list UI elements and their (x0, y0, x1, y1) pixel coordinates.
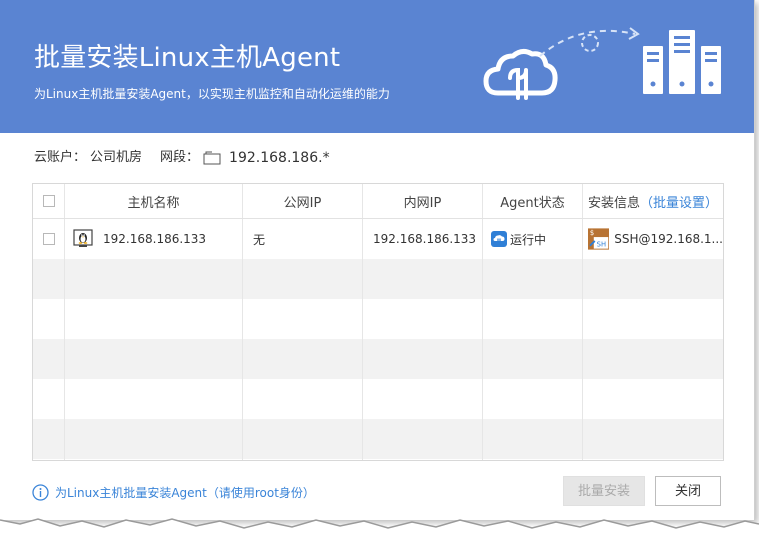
meta-bar: 云账户： 公司机房 网段： 192.168.186.* (34, 148, 330, 168)
empty-cell (65, 379, 243, 419)
empty-cell (583, 259, 723, 299)
empty-row (33, 419, 723, 459)
install-info-text: SSH@192.168.1... (614, 232, 723, 246)
empty-cell (483, 339, 583, 379)
agent-running-icon (491, 231, 507, 247)
dialog-title: 批量安装Linux主机Agent (34, 43, 341, 73)
empty-cell (583, 299, 723, 339)
empty-cell (65, 419, 243, 459)
host-name-text: 192.168.186.133 (103, 232, 207, 246)
empty-row (33, 459, 723, 460)
empty-row (33, 299, 723, 339)
empty-cell (33, 339, 65, 379)
empty-cell (65, 259, 243, 299)
bulk-settings-paren-close: ） (705, 195, 719, 211)
header-install-info: 安装信息 （ 批量设置 ） (583, 184, 723, 218)
install-agent-dialog: 批量安装Linux主机Agent 为Linux主机批量安装Agent，以实现主机… (0, 0, 755, 520)
row-checkbox-cell (33, 219, 65, 259)
header-install-info-label: 安装信息 (587, 195, 640, 211)
header-checkbox-cell (33, 184, 65, 218)
empty-row (33, 259, 723, 299)
cloud-account-value: 公司机房 (90, 150, 143, 165)
empty-cell (243, 339, 363, 379)
cloud-account-label: 云账户： (34, 150, 87, 165)
torn-edge-decoration (0, 518, 759, 539)
bulk-install-button[interactable]: 批量安装 (563, 476, 645, 506)
close-button[interactable]: 关闭 (655, 476, 721, 506)
header-agent-status: Agent状态 (483, 184, 583, 218)
install-info-cell: $ SH SSH@192.168.1... (583, 219, 723, 259)
empty-cell (65, 299, 243, 339)
empty-cell (243, 259, 363, 299)
header-public-ip: 公网IP (243, 184, 363, 218)
empty-cell (363, 379, 483, 419)
empty-row (33, 339, 723, 379)
row-checkbox[interactable] (42, 233, 55, 245)
empty-cell (363, 459, 483, 460)
empty-cell (33, 379, 65, 419)
private-ip-cell: 192.168.186.133 (363, 219, 483, 259)
empty-cell (243, 379, 363, 419)
public-ip-text: 无 (253, 232, 266, 247)
empty-cell (33, 299, 65, 339)
agent-status-text: 运行中 (510, 232, 547, 247)
select-all-checkbox[interactable] (42, 195, 55, 207)
empty-cell (483, 299, 583, 339)
empty-cell (33, 459, 65, 460)
ssh-icon[interactable]: $ SH (588, 228, 610, 250)
footer-info: 为Linux主机批量安装Agent（请使用root身份） (32, 482, 315, 502)
empty-cell (243, 419, 363, 459)
host-name-cell: 192.168.186.133 (65, 219, 243, 259)
empty-cell (65, 459, 243, 460)
bulk-settings-link[interactable]: 批量设置 (653, 192, 705, 211)
info-icon (32, 483, 49, 501)
footer-info-text: 为Linux主机批量安装Agent（请使用root身份） (55, 485, 315, 500)
bulk-settings-paren-open: （ (639, 195, 653, 211)
empty-row (33, 379, 723, 419)
empty-cell (363, 259, 483, 299)
svg-text:SH: SH (597, 241, 606, 249)
dialog-header: 批量安装Linux主机Agent 为Linux主机批量安装Agent，以实现主机… (0, 0, 754, 133)
host-table: 主机名称 公网IP 内网IP Agent状态 安装信息 （ 批量设置 ） 192… (32, 183, 724, 461)
empty-cell (483, 419, 583, 459)
cloud-server-icon (483, 27, 721, 100)
empty-cell (483, 379, 583, 419)
public-ip-cell: 无 (243, 219, 363, 259)
svg-text:$: $ (590, 229, 594, 237)
empty-cell (243, 299, 363, 339)
empty-cell (583, 419, 723, 459)
empty-cell (363, 299, 483, 339)
header-private-ip: 内网IP (363, 184, 483, 218)
empty-cell (33, 419, 65, 459)
folder-icon (203, 151, 221, 165)
empty-cell (583, 339, 723, 379)
empty-cell (483, 259, 583, 299)
header-host-name: 主机名称 (65, 184, 243, 218)
empty-cell (65, 339, 243, 379)
empty-cell (483, 459, 583, 460)
subnet-label: 网段： (160, 150, 200, 165)
empty-cell (33, 259, 65, 299)
table-header: 主机名称 公网IP 内网IP Agent状态 安装信息 （ 批量设置 ） (33, 184, 723, 219)
private-ip-text: 192.168.186.133 (373, 232, 477, 246)
subnet-value: 192.168.186.* (229, 150, 330, 166)
linux-penguin-icon (73, 229, 93, 247)
table-row[interactable]: 192.168.186.133 无 192.168.186.133 运行中 $ … (33, 219, 723, 259)
empty-cell (583, 459, 723, 460)
empty-cell (583, 379, 723, 419)
empty-cell (363, 419, 483, 459)
dialog-subtitle: 为Linux主机批量安装Agent，以实现主机监控和自动化运维的能力 (34, 87, 390, 101)
empty-cell (243, 459, 363, 460)
agent-status-cell: 运行中 (483, 219, 583, 259)
empty-cell (363, 339, 483, 379)
